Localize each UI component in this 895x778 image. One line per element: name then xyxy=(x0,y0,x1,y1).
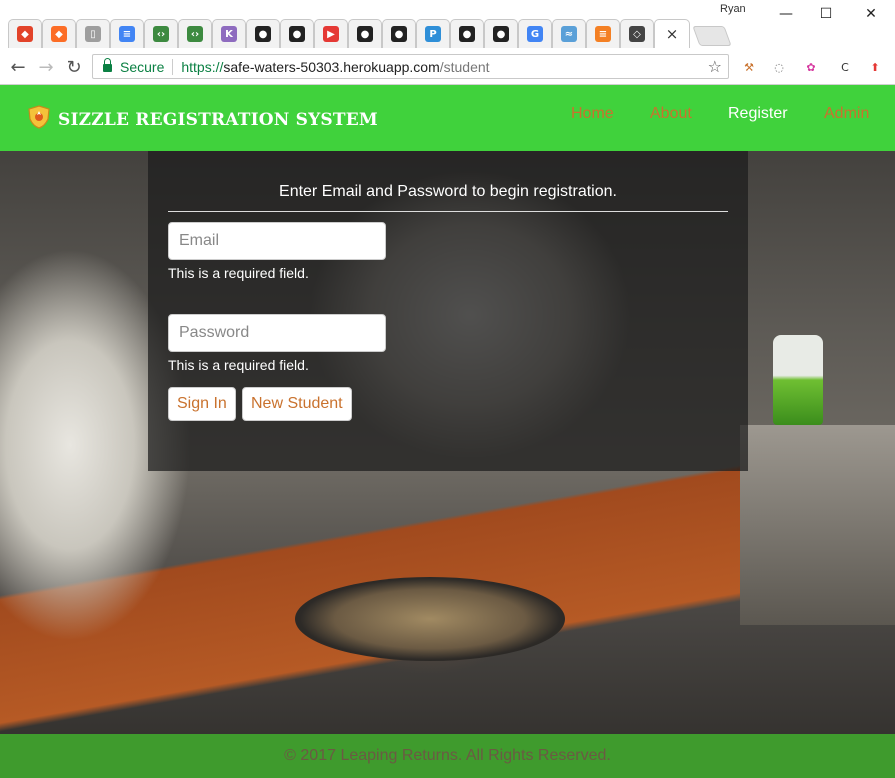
browser-tab[interactable]: K xyxy=(212,19,246,48)
p-icon: P xyxy=(425,26,441,42)
background-squeeze-bottle xyxy=(773,335,823,425)
k-icon: K xyxy=(221,26,237,42)
gitlab-icon: ◆ xyxy=(51,26,67,42)
github-icon: ● xyxy=(493,26,509,42)
background-steel-containers xyxy=(740,425,895,625)
address-divider xyxy=(172,58,174,75)
ring-extension-icon[interactable]: ◌ xyxy=(770,58,788,76)
email-required-message: This is a required field. xyxy=(168,265,309,281)
browser-tab[interactable]: ◆ xyxy=(42,19,76,48)
profile-name[interactable]: Ryan xyxy=(720,3,746,15)
reload-button[interactable]: ↻ xyxy=(64,57,84,78)
browser-tab[interactable]: ≡ xyxy=(110,19,144,48)
secure-label: Secure xyxy=(120,58,165,75)
browser-tab[interactable]: ● xyxy=(484,19,518,48)
maximize-button[interactable]: ☐ xyxy=(814,4,838,24)
sign-in-button[interactable]: Sign In xyxy=(168,387,236,421)
nav-home[interactable]: Home xyxy=(571,105,614,123)
browser-tab[interactable]: ‹› xyxy=(178,19,212,48)
active-browser-tab[interactable]: × xyxy=(654,19,690,48)
nav-about[interactable]: About xyxy=(650,105,692,123)
email-field[interactable] xyxy=(168,222,386,260)
github-icon: ● xyxy=(289,26,305,42)
nav-admin[interactable]: Admin xyxy=(824,105,869,123)
browser-tab[interactable]: ◆ xyxy=(8,19,42,48)
browser-toolbar: ← → ↻ Secure https:// safe-waters-50303.… xyxy=(0,50,895,85)
site-footer: © 2017 Leaping Returns. All Rights Reser… xyxy=(0,734,895,778)
youtube-icon: ▶ xyxy=(323,26,339,42)
browser-tab[interactable]: P xyxy=(416,19,450,48)
minimize-button[interactable]: — xyxy=(774,4,798,24)
google-icon: G xyxy=(527,26,543,42)
browser-tab[interactable]: ● xyxy=(450,19,484,48)
address-bar[interactable]: Secure https:// safe-waters-50303.heroku… xyxy=(92,54,729,79)
nav-register[interactable]: Register xyxy=(728,105,788,123)
url-protocol: https:// xyxy=(181,58,224,75)
password-required-message: This is a required field. xyxy=(168,357,309,373)
browser-tab[interactable]: ≡ xyxy=(586,19,620,48)
tab-strip: ◆ ◆ ▯ ≡ ‹› ‹› K ● ● ▶ ● ● P ● ● G ≈ ≡ ◇ × xyxy=(8,19,732,50)
site-brand[interactable]: SIZZLE REGISTRATION SYSTEM xyxy=(58,110,378,130)
forward-button[interactable]: → xyxy=(36,57,56,78)
browser-tab[interactable]: ● xyxy=(382,19,416,48)
browser-tab[interactable]: ▯ xyxy=(76,19,110,48)
bookmark-star-icon[interactable]: ☆ xyxy=(708,57,722,76)
site-header: SIZZLE REGISTRATION SYSTEM Home About Re… xyxy=(0,85,895,151)
colorwheel-extension-icon[interactable]: ✿ xyxy=(802,58,820,76)
browser-tab[interactable]: ● xyxy=(280,19,314,48)
login-panel: Enter Email and Password to begin regist… xyxy=(148,151,748,471)
stack-icon: ≡ xyxy=(595,26,611,42)
background-frying-pan xyxy=(295,577,565,661)
code-icon: ‹› xyxy=(187,26,203,42)
github-icon: ● xyxy=(459,26,475,42)
back-button[interactable]: ← xyxy=(8,57,28,78)
browser-tab[interactable]: ◇ xyxy=(620,19,654,48)
form-divider xyxy=(168,211,728,212)
codepen-icon: ◇ xyxy=(629,26,645,42)
github-icon: ● xyxy=(391,26,407,42)
close-tab-icon[interactable]: × xyxy=(666,25,679,43)
c-off-extension-icon[interactable]: C xyxy=(836,58,854,76)
shield-logo-icon xyxy=(28,105,50,129)
browser-tab[interactable]: G xyxy=(518,19,552,48)
gitlab-icon: ◆ xyxy=(17,26,33,42)
browser-tab[interactable]: ● xyxy=(348,19,382,48)
google-docs-icon: ≡ xyxy=(119,26,135,42)
new-tab-button[interactable] xyxy=(692,26,732,46)
close-window-button[interactable]: ✕ xyxy=(859,4,883,24)
hammer-extension-icon[interactable]: ⚒ xyxy=(740,58,758,76)
browser-tab[interactable]: ≈ xyxy=(552,19,586,48)
blank-page-icon: ▯ xyxy=(85,26,101,42)
github-icon: ● xyxy=(357,26,373,42)
red-up-extension-icon[interactable]: ⬆ xyxy=(866,58,884,76)
form-instructions: Enter Email and Password to begin regist… xyxy=(279,183,617,200)
browser-tab[interactable]: ‹› xyxy=(144,19,178,48)
url-host: safe-waters-50303.herokuapp.com xyxy=(223,58,440,75)
wave-icon: ≈ xyxy=(561,26,577,42)
github-icon: ● xyxy=(255,26,271,42)
browser-titlebar: ◆ ◆ ▯ ≡ ‹› ‹› K ● ● ▶ ● ● P ● ● G ≈ ≡ ◇ × Ryan — ☐ ✕ xyxy=(0,0,895,50)
new-student-button[interactable]: New Student xyxy=(242,387,352,421)
lock-icon xyxy=(103,58,112,72)
password-field[interactable] xyxy=(168,314,386,352)
browser-tab[interactable]: ▶ xyxy=(314,19,348,48)
browser-tab[interactable]: ● xyxy=(246,19,280,48)
page-viewport: SIZZLE REGISTRATION SYSTEM Home About Re… xyxy=(0,85,895,778)
url-path: /student xyxy=(439,58,490,75)
code-icon: ‹› xyxy=(153,26,169,42)
